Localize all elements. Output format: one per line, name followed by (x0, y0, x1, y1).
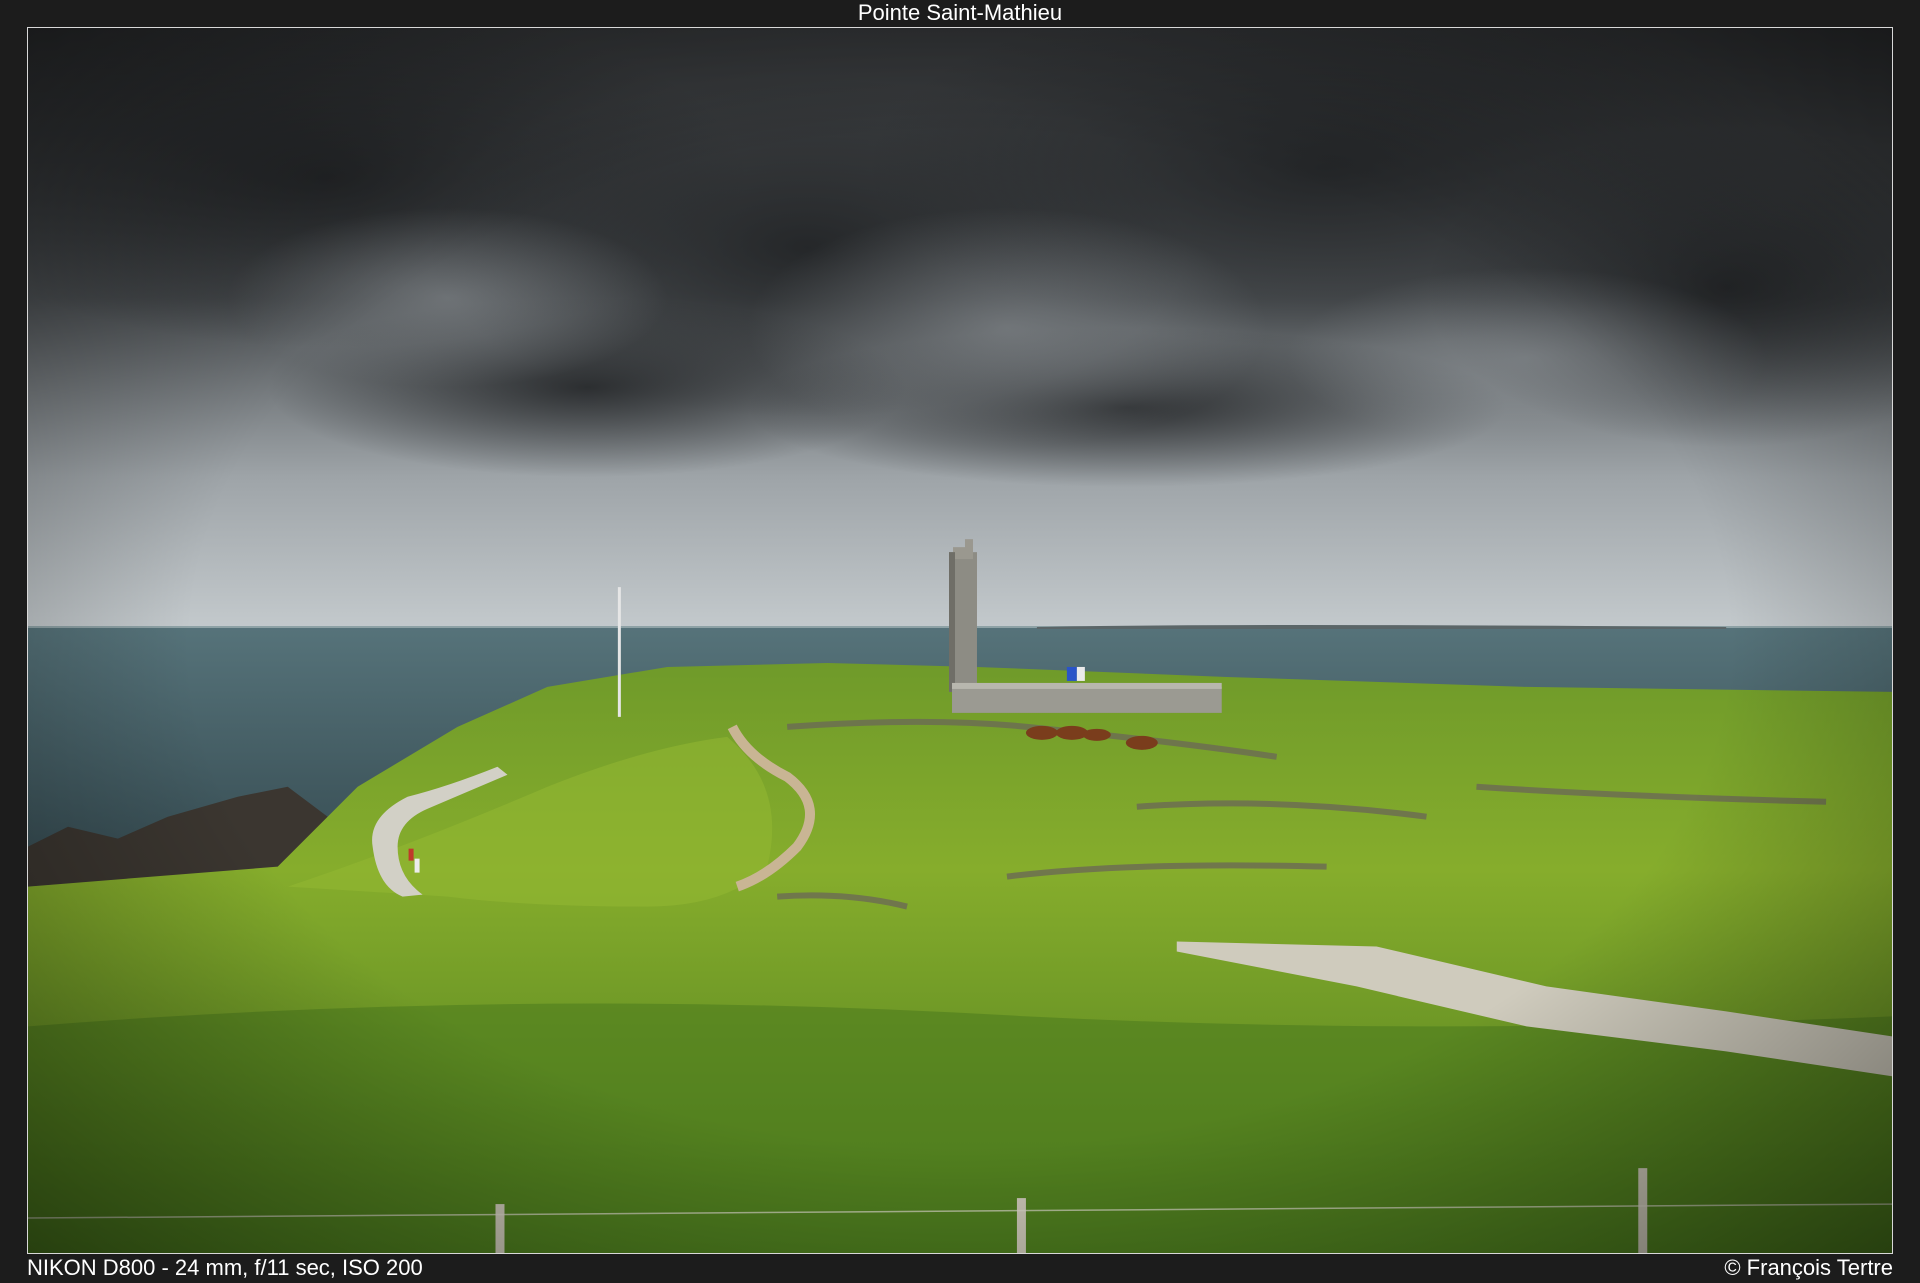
photo-credit: © François Tertre (1724, 1255, 1893, 1280)
vignette-overlay (28, 28, 1892, 1253)
camera-exif: NIKON D800 - 24 mm, f/11 sec, ISO 200 (27, 1255, 423, 1280)
photo-frame: Pointe Saint-Mathieu NIKON D800 - 24 mm,… (0, 0, 1920, 1283)
landscape-illustration (28, 28, 1892, 1253)
landscape-photo (27, 27, 1893, 1254)
photo-title: Pointe Saint-Mathieu (857, 0, 1063, 25)
